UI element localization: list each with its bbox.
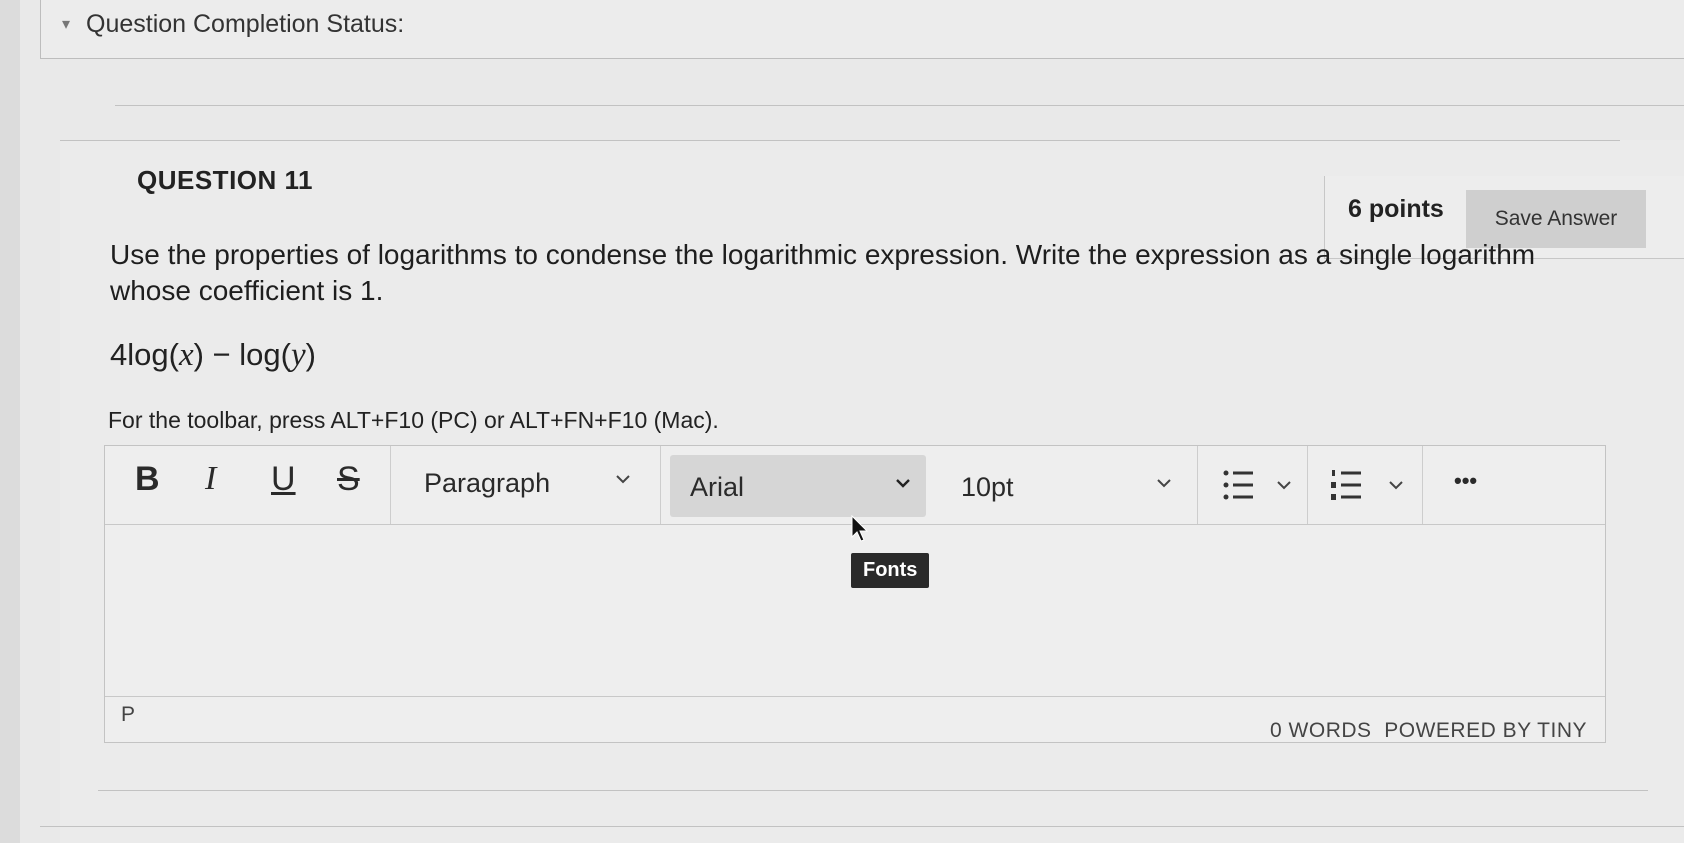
numbered-list-button[interactable] [1307,446,1423,524]
word-count-branding: 0 WORDS POWERED BY TINY [1270,719,1587,743]
bold-button[interactable]: B [135,460,160,499]
question-title: QUESTION 11 [137,165,313,195]
rich-text-editor: B I U S Paragraph Arial 10pt ••• P 0 WOR… [104,445,1606,743]
italic-button[interactable]: I [205,460,216,498]
chevron-down-icon [616,475,630,484]
bullet-list-button[interactable] [1197,446,1308,524]
strikethrough-button[interactable]: S [337,460,360,499]
bullet-list-icon [1223,470,1253,500]
word-count[interactable]: 0 WORDS [1270,719,1372,742]
question-text: Use the properties of logarithms to cond… [110,239,1536,306]
fonts-tooltip: Fonts [851,553,930,588]
log-expression: 4log(x) − log(y) [110,337,316,373]
chevron-down-icon [1157,479,1171,488]
font-size-dropdown[interactable]: 10pt [935,446,1198,524]
element-path[interactable]: P [121,703,135,727]
editor-toolbar: B I U S Paragraph Arial 10pt ••• [105,446,1605,525]
chevron-down-icon [1389,481,1403,490]
chevron-down-icon [896,479,910,488]
divider [60,140,1620,141]
divider [40,826,1684,827]
font-family-dropdown[interactable]: Arial [660,446,935,524]
powered-by-tiny[interactable]: POWERED BY TINY [1384,719,1587,742]
chevron-down-icon [1277,481,1291,490]
font-size-value: 10pt [961,472,1014,502]
completion-status-label: Question Completion Status: [86,10,405,38]
toolbar-hint: For the toolbar, press ALT+F10 (PC) or A… [108,407,719,433]
numbered-list-icon [1331,470,1361,500]
more-icon[interactable]: ••• [1454,468,1477,494]
editor-statusbar: P 0 WORDS POWERED BY TINY [105,696,1605,743]
block-format-value: Paragraph [424,468,551,498]
block-format-dropdown[interactable]: Paragraph [390,446,661,524]
question-points: 6 points [1348,195,1444,223]
divider [98,790,1648,791]
chevron-down-icon[interactable]: ▾ [62,14,70,34]
font-family-value: Arial [690,472,745,502]
divider [115,105,1684,106]
mouse-pointer-icon [851,515,869,542]
format-group: B I U S [105,446,391,524]
underline-button[interactable]: U [271,460,296,499]
editor-content-area[interactable] [105,525,1605,695]
